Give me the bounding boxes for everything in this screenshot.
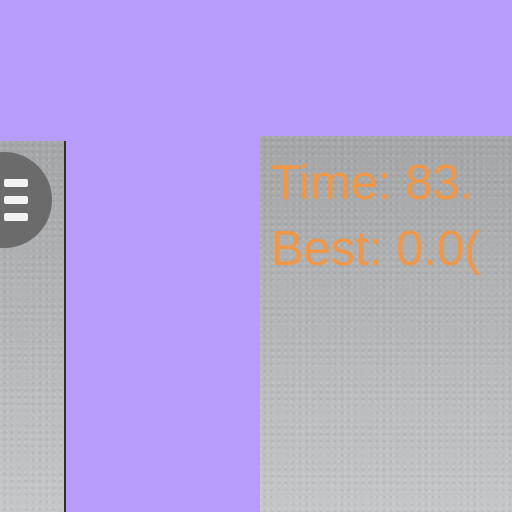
score-display: Time: 83. Best: 0.0( — [271, 150, 481, 282]
best-line: Best: 0.0( — [271, 216, 481, 282]
best-label: Best: — [271, 222, 383, 276]
menu-line-top — [4, 179, 28, 187]
menu-line-middle — [4, 196, 28, 204]
time-line: Time: 83. — [271, 150, 481, 216]
score-panel: Time: 83. Best: 0.0( — [260, 136, 512, 512]
menu-button[interactable] — [0, 152, 52, 248]
menu-line-bottom — [4, 213, 28, 221]
time-value: 83. — [405, 156, 474, 210]
best-value: 0.0( — [396, 222, 481, 276]
left-game-panel — [0, 141, 66, 512]
time-label: Time: — [271, 156, 392, 210]
hamburger-menu-icon — [4, 179, 28, 221]
